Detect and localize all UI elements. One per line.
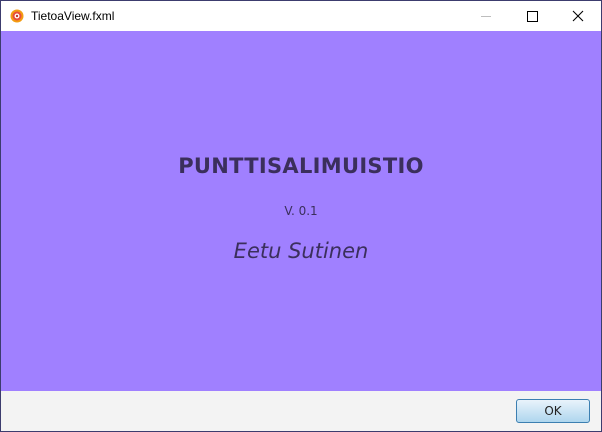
- minimize-button[interactable]: [463, 1, 509, 31]
- button-bar: OK: [1, 391, 601, 431]
- app-logo-icon: [10, 9, 24, 23]
- maximize-button[interactable]: [509, 1, 555, 31]
- version-label: V. 0.1: [284, 204, 318, 218]
- about-content-panel: PUNTTISALIMUISTIO V. 0.1 Eetu Sutinen: [1, 31, 601, 391]
- about-dialog-window: TietoaView.fxml PUNTTISALIMUISTIO V. 0.1…: [0, 0, 602, 432]
- ok-button[interactable]: OK: [516, 399, 590, 423]
- close-icon: [572, 10, 584, 22]
- window-title: TietoaView.fxml: [31, 9, 115, 23]
- title-bar[interactable]: TietoaView.fxml: [1, 1, 601, 31]
- app-name-heading: PUNTTISALIMUISTIO: [178, 154, 424, 178]
- close-button[interactable]: [555, 1, 601, 31]
- minimize-icon: [481, 16, 491, 17]
- maximize-icon: [527, 11, 538, 22]
- author-name: Eetu Sutinen: [233, 239, 369, 263]
